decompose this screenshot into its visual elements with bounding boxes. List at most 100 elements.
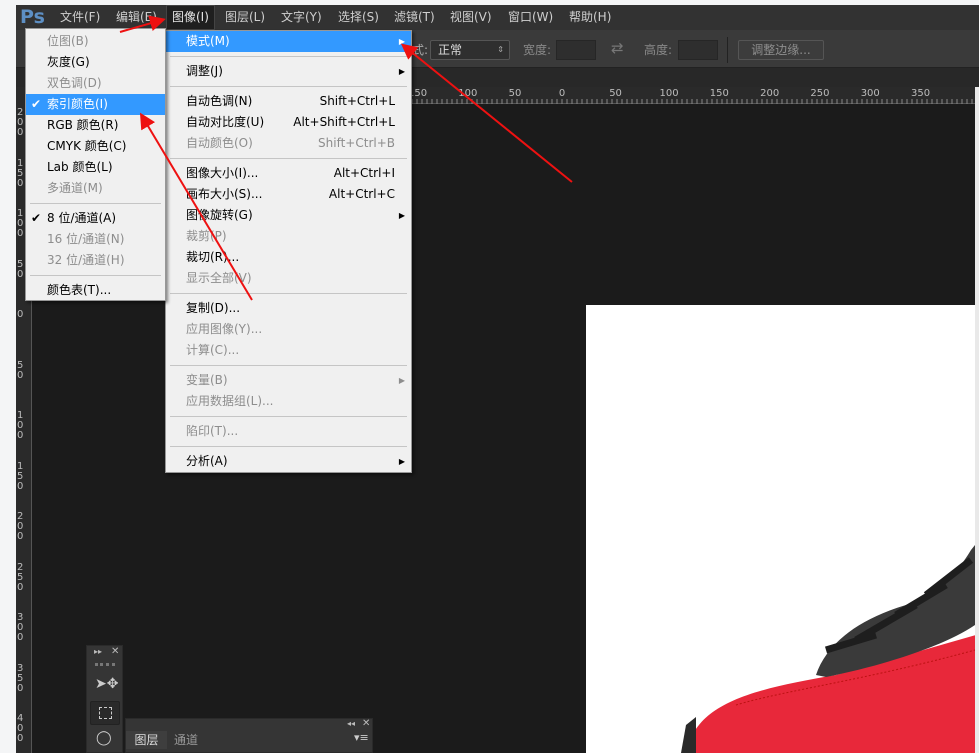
menu-separator: [170, 293, 407, 294]
style-label: 式:: [412, 43, 429, 57]
layers-panel: ◂◂ ✕ 图层 通道 ▾≡: [125, 718, 373, 753]
menu-bar: Ps 文件(F) 编辑(E) 图像(I) 图层(L) 文字(Y) 选择(S) 滤镜(T) 视图…: [16, 5, 979, 30]
menu-item[interactable]: 多通道(M): [26, 178, 165, 199]
menu-separator: [170, 416, 407, 417]
ruler-label: 350: [17, 662, 24, 694]
menu-item[interactable]: ✔ 8 位/通道(A): [26, 208, 165, 229]
height-input[interactable]: [678, 40, 718, 60]
scrollbar[interactable]: [975, 87, 979, 753]
menu-item[interactable]: ✔ 索引颜色(I): [26, 94, 165, 115]
divider: [727, 37, 728, 63]
submenu-arrow-icon: ▶: [398, 67, 405, 76]
swap-icon[interactable]: ⇄: [611, 39, 624, 57]
menu-4[interactable]: 文字(Y): [276, 5, 327, 30]
menu-item-label: 应用图像(Y)...: [186, 322, 263, 336]
menu-item[interactable]: 16 位/通道(N): [26, 229, 165, 250]
menu-item[interactable]: 自动对比度(U) Alt+Shift+Ctrl+L: [166, 112, 411, 133]
menu-item[interactable]: 画布大小(S)... Alt+Ctrl+C: [166, 184, 411, 205]
shortcut: Shift+Ctrl+L: [319, 94, 395, 108]
lasso-tool-icon[interactable]: ◯: [96, 730, 112, 746]
menu-5[interactable]: 选择(S): [333, 5, 384, 30]
updown-icon: ⇕: [497, 45, 504, 54]
menu-item[interactable]: 计算(C)...: [166, 340, 411, 361]
ruler-label: 150: [17, 460, 24, 492]
menu-6[interactable]: 滤镜(T): [389, 5, 440, 30]
collapse-icon[interactable]: ▸▸: [94, 647, 102, 656]
menu-item[interactable]: 自动颜色(O) Shift+Ctrl+B: [166, 133, 411, 154]
ruler-label: 200: [17, 511, 24, 542]
checkmark-icon: ✔: [31, 211, 42, 225]
width-input[interactable]: [556, 40, 596, 60]
menu-8[interactable]: 窗口(W): [503, 5, 558, 30]
menu-item-label: 图像大小(I)...: [186, 166, 259, 180]
menu-item-label: 32 位/通道(H): [47, 253, 125, 267]
menu-item[interactable]: Lab 颜色(L): [26, 157, 165, 178]
menu-item[interactable]: 图像大小(I)... Alt+Ctrl+I: [166, 163, 411, 184]
ruler-label: 50: [17, 359, 24, 381]
menu-separator: [170, 158, 407, 159]
menu-3[interactable]: 图层(L): [220, 5, 270, 30]
width-label: 宽度:: [523, 43, 552, 57]
shortcut: Alt+Ctrl+C: [328, 187, 395, 201]
menu-item[interactable]: 图像旋转(G) ▶: [166, 205, 411, 226]
shortcut: Alt+Shift+Ctrl+L: [293, 115, 395, 129]
tab-layers[interactable]: 图层: [126, 731, 167, 749]
panel-menu-icon[interactable]: ▾≡: [354, 731, 369, 744]
menu-separator: [170, 56, 407, 57]
refine-edge-button[interactable]: 调整边缘...: [738, 40, 824, 60]
menu-item[interactable]: 裁切(R)...: [166, 247, 411, 268]
menu-item[interactable]: 模式(M) ▶: [166, 31, 411, 52]
marquee-tool-button[interactable]: [90, 701, 120, 725]
style-dropdown[interactable]: 正常 ⇕: [430, 40, 510, 60]
menu-item[interactable]: 变量(B) ▶: [166, 370, 411, 391]
menu-item-label: 自动色调(N): [186, 94, 253, 108]
photoshop-logo: Ps: [20, 6, 45, 28]
menu-item[interactable]: 应用数据组(L)...: [166, 391, 411, 412]
submenu-arrow-icon: ▶: [398, 37, 405, 46]
submenu-arrow-icon: ▶: [398, 211, 405, 220]
menu-item-label: 图像旋转(G): [186, 208, 253, 222]
menu-item-label: RGB 颜色(R): [47, 118, 119, 132]
menu-item[interactable]: 陷印(T)...: [166, 421, 411, 442]
menu-item[interactable]: 分析(A) ▶: [166, 451, 411, 472]
close-icon[interactable]: ✕: [362, 718, 370, 729]
ruler-label: 100: [17, 410, 24, 441]
marquee-icon: [99, 707, 112, 719]
menu-7[interactable]: 视图(V): [445, 5, 497, 30]
collapse-icon[interactable]: ◂◂: [347, 719, 355, 728]
menu-item[interactable]: 裁剪(P): [166, 226, 411, 247]
menu-item[interactable]: 双色调(D): [26, 73, 165, 94]
document-canvas[interactable]: [586, 305, 975, 753]
menu-9[interactable]: 帮助(H): [564, 5, 616, 30]
menu-separator: [170, 365, 407, 366]
menu-item[interactable]: RGB 颜色(R): [26, 115, 165, 136]
menu-separator: [30, 203, 161, 204]
menu-item-label: Lab 颜色(L): [47, 160, 113, 174]
style-value: 正常: [438, 43, 463, 57]
menu-item[interactable]: 位图(B): [26, 31, 165, 52]
menu-item[interactable]: CMYK 颜色(C): [26, 136, 165, 157]
menu-item-label: 模式(M): [186, 34, 230, 48]
submenu-arrow-icon: ▶: [398, 457, 405, 466]
menu-item[interactable]: 复制(D)...: [166, 298, 411, 319]
tab-channels[interactable]: 通道: [167, 731, 205, 749]
menu-item-label: 16 位/通道(N): [47, 232, 125, 246]
menu-item-label: 复制(D)...: [186, 301, 241, 315]
move-tool-icon[interactable]: ➤✥: [95, 676, 118, 692]
menu-0[interactable]: 文件(F): [55, 5, 105, 30]
drag-handle[interactable]: [95, 663, 115, 666]
menu-item-label: 分析(A): [186, 454, 228, 468]
menu-item[interactable]: 32 位/通道(H): [26, 250, 165, 271]
menu-item-label: 应用数据组(L)...: [186, 394, 274, 408]
menu-item[interactable]: 调整(J) ▶: [166, 61, 411, 82]
tools-panel: ▸▸ ✕ ➤✥ ◯: [86, 645, 123, 753]
menu-item[interactable]: 应用图像(Y)...: [166, 319, 411, 340]
close-icon[interactable]: ✕: [111, 646, 119, 657]
menu-item[interactable]: 自动色调(N) Shift+Ctrl+L: [166, 91, 411, 112]
menu-item[interactable]: 显示全部(V): [166, 268, 411, 289]
menu-item-label: 多通道(M): [47, 181, 103, 195]
menu-item[interactable]: 灰度(G): [26, 52, 165, 73]
menu-2[interactable]: 图像(I): [166, 5, 215, 30]
menu-1[interactable]: 编辑(E): [111, 5, 162, 30]
menu-item[interactable]: 颜色表(T)...: [26, 280, 165, 301]
